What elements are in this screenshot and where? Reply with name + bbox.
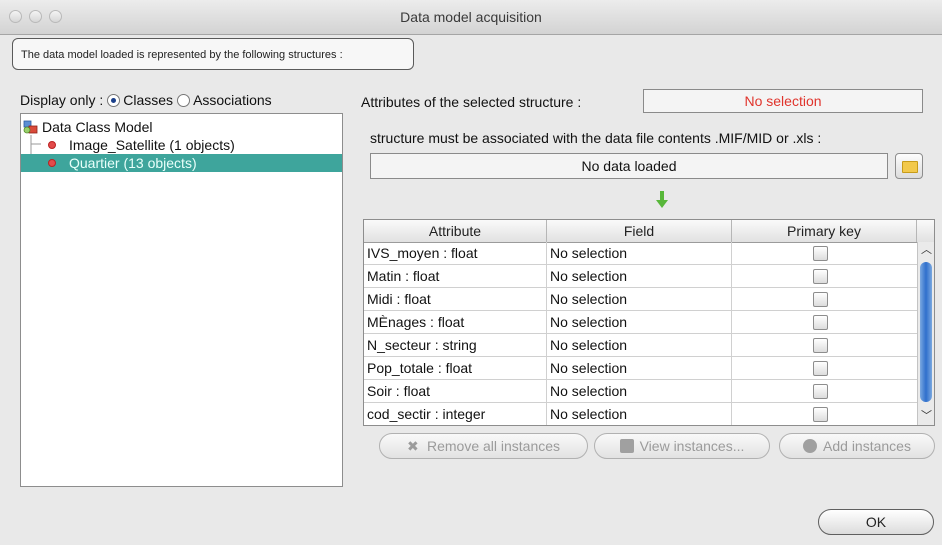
field-cell[interactable]: No selection [547,242,732,264]
tree-item-image-satellite[interactable]: Image_Satellite (1 objects) [21,136,342,154]
attribute-table: Attribute Field Primary key IVS_moyen : … [363,219,935,426]
primary-key-checkbox[interactable] [813,292,828,307]
radio-associations[interactable]: Associations [177,92,272,108]
primary-key-checkbox[interactable] [813,338,828,353]
scroll-thumb[interactable] [920,262,932,402]
data-file-field[interactable]: No data loaded [370,153,888,179]
attribute-cell: Midi : float [364,288,547,310]
column-header-attribute[interactable]: Attribute [364,220,547,242]
attribute-cell: N_secteur : string [364,334,547,356]
field-cell[interactable]: No selection [547,288,732,310]
down-arrow-icon [656,191,668,208]
attribute-cell: Pop_totale : float [364,357,547,379]
window-title: Data model acquisition [400,9,542,25]
display-only-filter: Display only : Classes Associations [20,92,272,108]
add-circle-icon [803,439,818,453]
tree-root-label: Data Class Model [42,119,153,135]
primary-key-checkbox[interactable] [813,407,828,422]
primary-key-cell [732,380,917,402]
primary-key-cell [732,242,917,264]
class-bullet-icon [48,141,56,149]
selected-structure-value: No selection [744,93,822,109]
attribute-cell: cod_sectir : integer [364,403,547,425]
folder-icon [902,161,918,173]
add-instances-label: Add instances [823,438,911,454]
radio-associations-label: Associations [193,92,272,108]
table-row[interactable]: Pop_totale : float No selection [364,357,917,380]
column-header-primary-key[interactable]: Primary key [732,220,917,242]
intro-message: The data model loaded is represented by … [12,38,414,70]
table-row[interactable]: Midi : float No selection [364,288,917,311]
attribute-cell: Soir : float [364,380,547,402]
radio-associations-indicator[interactable] [177,93,191,107]
attribute-cell: IVS_moyen : float [364,242,547,264]
primary-key-cell [732,403,917,425]
attribute-cell: MÈnages : float [364,311,547,333]
field-cell[interactable]: No selection [547,311,732,333]
display-only-label: Display only : [20,92,104,108]
radio-classes-indicator[interactable] [107,93,121,107]
view-instances-button[interactable]: View instances... [594,433,770,459]
field-cell[interactable]: No selection [547,403,732,425]
primary-key-checkbox[interactable] [813,315,828,330]
table-row[interactable]: IVS_moyen : float No selection [364,242,917,265]
tree-item-quartier[interactable]: Quartier (13 objects) [21,154,342,172]
radio-classes-label: Classes [123,92,174,108]
table-row[interactable]: MÈnages : float No selection [364,311,917,334]
data-file-hint: structure must be associated with the da… [370,130,822,146]
data-file-value: No data loaded [581,158,677,174]
field-cell[interactable]: No selection [547,357,732,379]
remove-x-icon: ✖ [406,438,419,454]
tree-root[interactable]: Data Class Model [21,118,342,136]
primary-key-cell [732,334,917,356]
primary-key-cell [732,311,917,333]
add-instances-button[interactable]: Add instances [779,433,935,459]
table-header: Attribute Field Primary key [364,220,934,243]
tree-item-label: Quartier (13 objects) [69,155,197,171]
primary-key-cell [732,357,917,379]
browse-folder-button[interactable] [895,153,923,179]
primary-key-checkbox[interactable] [813,361,828,376]
primary-key-cell [732,288,917,310]
ok-button[interactable]: OK [818,509,934,535]
primary-key-checkbox[interactable] [813,246,828,261]
title-bar: Data model acquisition [0,0,942,35]
table-row[interactable]: Matin : float No selection [364,265,917,288]
primary-key-checkbox[interactable] [813,384,828,399]
table-scrollbar[interactable]: ︿ ﹀ [917,242,934,425]
dialog-window: Data model acquisition The data model lo… [0,0,942,545]
selected-structure-field: No selection [643,89,923,113]
field-cell[interactable]: No selection [547,380,732,402]
attributes-label: Attributes of the selected structure : [361,94,582,110]
remove-all-instances-label: Remove all instances [426,438,561,454]
field-cell[interactable]: No selection [547,265,732,287]
scroll-up-arrow-icon[interactable]: ︿ [920,244,933,257]
field-cell[interactable]: No selection [547,334,732,356]
table-row[interactable]: cod_sectir : integer No selection [364,403,917,425]
tree-item-label: Image_Satellite (1 objects) [69,137,235,153]
column-header-field[interactable]: Field [547,220,732,242]
table-row[interactable]: Soir : float No selection [364,380,917,403]
primary-key-checkbox[interactable] [813,269,828,284]
class-bullet-icon [48,159,56,167]
structure-tree[interactable]: Data Class Model Image_Satellite (1 obje… [20,113,343,487]
data-model-icon [23,120,38,134]
table-row[interactable]: N_secteur : string No selection [364,334,917,357]
view-square-icon [619,439,634,453]
radio-classes[interactable]: Classes [107,92,173,108]
attribute-cell: Matin : float [364,265,547,287]
view-instances-label: View instances... [639,438,745,454]
primary-key-cell [732,265,917,287]
remove-all-instances-button[interactable]: ✖ Remove all instances [379,433,588,459]
scroll-down-arrow-icon[interactable]: ﹀ [920,410,933,423]
